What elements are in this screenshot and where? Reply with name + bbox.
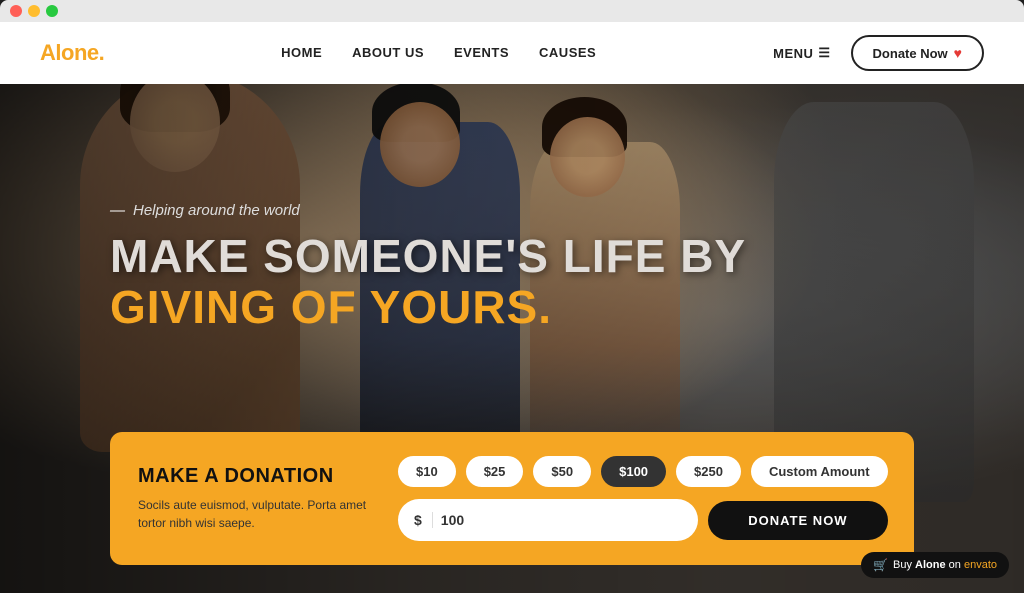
amount-btn-100[interactable]: $100 — [601, 456, 666, 487]
marketplace-name: envato — [964, 559, 997, 571]
donate-now-button[interactable]: Donate Now ♥ — [851, 35, 984, 71]
mac-minimize-dot[interactable] — [28, 5, 40, 17]
hamburger-icon: ☰ — [818, 45, 830, 61]
nav-link-events[interactable]: EVENTS — [454, 45, 509, 60]
currency-symbol: $ — [414, 512, 433, 528]
hero-content: Helping around the world MAKE SOMEONE'S … — [110, 202, 746, 332]
amount-buttons-group: $10 $25 $50 $100 $250 Custom Amount — [398, 456, 888, 487]
amount-btn-50[interactable]: $50 — [533, 456, 591, 487]
nav-item-about[interactable]: ABOUT US — [352, 44, 424, 62]
mac-maximize-dot[interactable] — [46, 5, 58, 17]
amount-btn-custom[interactable]: Custom Amount — [751, 456, 888, 487]
amount-btn-250[interactable]: $250 — [676, 456, 741, 487]
hero-title-line1: MAKE SOMEONE'S LIFE BY — [110, 231, 746, 282]
nav-right: MENU ☰ Donate Now ♥ — [773, 35, 984, 71]
envato-text: Buy Alone on envato — [893, 559, 997, 571]
amount-btn-10[interactable]: $10 — [398, 456, 456, 487]
mac-titlebar — [0, 0, 1024, 22]
donation-description: Socils aute euismod, vulputate. Porta am… — [138, 496, 368, 532]
menu-label: MENU — [773, 46, 813, 61]
donate-now-submit-button[interactable]: DONATE NOW — [708, 501, 887, 540]
menu-button[interactable]: MENU ☰ — [773, 45, 830, 61]
site-logo: Alone. — [40, 40, 104, 66]
nav-item-events[interactable]: EVENTS — [454, 44, 509, 62]
donation-panel: MAKE A DONATION Socils aute euismod, vul… — [110, 432, 914, 565]
mac-close-dot[interactable] — [10, 5, 22, 17]
logo-text: Alone. — [40, 40, 104, 65]
nav-link-causes[interactable]: CAUSES — [539, 45, 596, 60]
donation-controls: $10 $25 $50 $100 $250 Custom Amount $ DO… — [398, 456, 888, 541]
amount-input-wrapper: $ — [398, 499, 698, 541]
amount-input[interactable] — [441, 512, 682, 528]
hero-title-line2: GIVING OF YOURS. — [110, 282, 746, 333]
amount-btn-25[interactable]: $25 — [466, 456, 524, 487]
heart-icon: ♥ — [954, 45, 962, 61]
hero-subtitle: Helping around the world — [110, 202, 746, 219]
donation-info: MAKE A DONATION Socils aute euismod, vul… — [138, 465, 368, 532]
cart-icon: 🛒 — [873, 558, 888, 572]
nav-item-causes[interactable]: CAUSES — [539, 44, 596, 62]
donation-input-row: $ DONATE NOW — [398, 499, 888, 541]
browser-content: Alone. HOME ABOUT US EVENTS CAUSES MENU … — [0, 22, 1024, 593]
envato-badge[interactable]: 🛒 Buy Alone on envato — [861, 552, 1009, 578]
nav-item-home[interactable]: HOME — [281, 44, 322, 62]
brand-name: Alone — [915, 559, 946, 571]
navbar: Alone. HOME ABOUT US EVENTS CAUSES MENU … — [0, 22, 1024, 84]
nav-links: HOME ABOUT US EVENTS CAUSES — [281, 44, 596, 62]
nav-link-about[interactable]: ABOUT US — [352, 45, 424, 60]
nav-link-home[interactable]: HOME — [281, 45, 322, 60]
donate-button-label: Donate Now — [873, 46, 948, 61]
donation-title: MAKE A DONATION — [138, 465, 368, 488]
